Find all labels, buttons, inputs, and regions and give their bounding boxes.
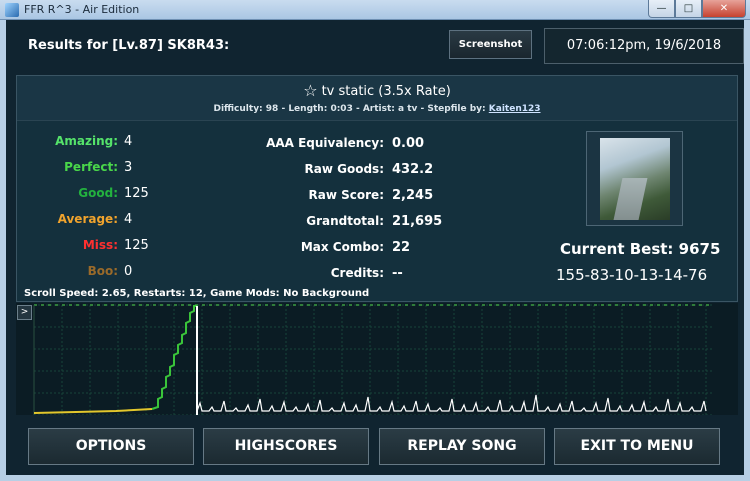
- song-meta-text: Difficulty: 98 - Length: 0:03 - Artist: …: [213, 104, 486, 114]
- highscores-button[interactable]: HIGHSCORES: [203, 428, 369, 465]
- stat-label: Raw Goods:: [304, 162, 384, 176]
- stat-label: Grandtotal:: [306, 214, 384, 228]
- mods-line: Scroll Speed: 2.65, Restarts: 12, Game M…: [24, 288, 370, 299]
- stat-row: Raw Score: 2,245: [212, 188, 434, 203]
- replay-code: 155-83-10-13-14-76: [556, 266, 708, 284]
- stat-label: Raw Score:: [308, 188, 384, 202]
- window-title: FFR R^3 - Air Edition: [24, 3, 140, 16]
- options-button[interactable]: OPTIONS: [28, 428, 194, 465]
- replay-song-button[interactable]: REPLAY SONG: [379, 428, 545, 465]
- current-best: Current Best: 9675: [560, 240, 721, 258]
- song-title: tv static (3.5x Rate): [321, 84, 451, 99]
- minimize-icon[interactable]: —: [648, 0, 675, 18]
- results-title: Results for [Lv.87] SK8R43:: [28, 38, 230, 53]
- graph-expand-button[interactable]: >: [17, 305, 32, 320]
- judgement-label: Average:: [57, 212, 118, 226]
- judgement-value: 125: [124, 186, 149, 201]
- judgement-label: Miss:: [82, 238, 118, 252]
- app-icon: [5, 3, 19, 17]
- judgement-row: Amazing: 4: [16, 134, 132, 149]
- judgement-value: 0: [124, 264, 133, 279]
- judgement-value: 4: [124, 212, 133, 227]
- stat-row: Raw Goods: 432.2: [212, 162, 434, 177]
- timestamp: 07:06:12pm, 19/6/2018: [544, 28, 744, 64]
- stat-value: 432.2: [392, 162, 434, 177]
- judgement-label: Amazing:: [55, 134, 118, 148]
- song-header: ☆ tv static (3.5x Rate) Difficulty: 98 - …: [17, 76, 737, 121]
- judgement-label: Good:: [78, 186, 118, 200]
- song-preview-thumbnail: [586, 131, 683, 226]
- stat-label: Credits:: [330, 266, 384, 280]
- window-titlebar: FFR R^3 - Air Edition — □ ✕: [0, 0, 750, 20]
- judgement-label: Perfect:: [64, 160, 118, 174]
- screenshot-button[interactable]: Screenshot: [449, 30, 532, 59]
- stat-value: 2,245: [392, 188, 434, 203]
- song-meta: Difficulty: 98 - Length: 0:03 - Artist: …: [17, 104, 737, 114]
- judgement-row: Boo: 0: [16, 264, 133, 279]
- stat-label: AAA Equivalency:: [266, 136, 384, 150]
- judgement-row: Average: 4: [16, 212, 133, 227]
- judgement-row: Perfect: 3: [16, 160, 132, 175]
- stat-row: AAA Equivalency: 0.00: [212, 136, 424, 151]
- star-outline-icon[interactable]: ☆: [303, 81, 317, 100]
- accuracy-graph: [16, 303, 738, 416]
- stat-value: 0.00: [392, 136, 425, 151]
- stat-value: 22: [392, 240, 411, 255]
- accuracy-graph-svg: [33, 304, 712, 416]
- thumbnail-image: [600, 138, 670, 220]
- judgement-value: 3: [124, 160, 133, 175]
- judgement-value: 125: [124, 238, 149, 253]
- maximize-icon[interactable]: □: [675, 0, 702, 18]
- judgement-value: 4: [124, 134, 133, 149]
- stat-row: Credits: --: [212, 266, 403, 281]
- stepfile-author-link[interactable]: Kaiten123: [489, 104, 541, 114]
- stat-value: 21,695: [392, 214, 443, 229]
- close-icon[interactable]: ✕: [702, 0, 746, 18]
- judgement-label: Boo:: [87, 264, 118, 278]
- stat-row: Max Combo: 22: [212, 240, 410, 255]
- judgement-row: Miss: 125: [16, 238, 149, 253]
- stat-row: Grandtotal: 21,695: [212, 214, 442, 229]
- stat-value: --: [392, 266, 403, 281]
- judgement-row: Good: 125: [16, 186, 149, 201]
- song-title-row: ☆ tv static (3.5x Rate): [17, 81, 737, 100]
- exit-to-menu-button[interactable]: EXIT TO MENU: [554, 428, 720, 465]
- stat-label: Max Combo:: [300, 240, 384, 254]
